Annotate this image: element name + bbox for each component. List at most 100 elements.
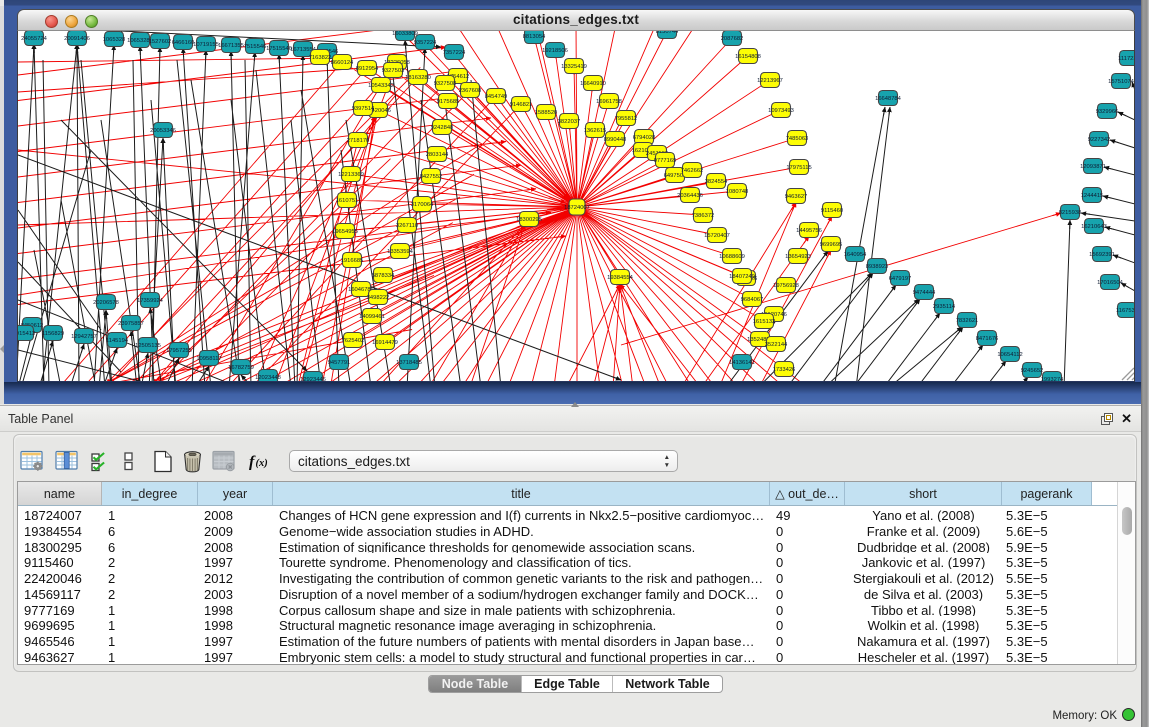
svg-text:8454749: 8454749 [485,94,508,100]
svg-text:1527602: 1527602 [149,39,172,45]
svg-text:8427552: 8427552 [420,174,443,180]
svg-text:2935114: 2935114 [933,304,956,310]
svg-text:20091406: 20091406 [64,36,90,42]
svg-text:1640954: 1640954 [844,252,867,258]
svg-text:9115460: 9115460 [821,208,843,214]
svg-text:9474444: 9474444 [913,290,936,296]
svg-text:12505135: 12505135 [135,343,161,349]
svg-text:18724007: 18724007 [564,205,590,211]
svg-text:9327503: 9327503 [382,68,405,74]
svg-text:3498222: 3498222 [367,295,390,301]
svg-text:13353594: 13353594 [387,249,414,255]
svg-text:16033809: 16033809 [392,31,418,37]
svg-text:7485063: 7485063 [786,136,809,142]
svg-text:19384554: 19384554 [607,275,634,281]
svg-text:1080748: 1080748 [726,189,749,195]
svg-text:12923446: 12923446 [300,377,326,382]
svg-text:15720407: 15720407 [704,233,730,239]
svg-text:7386372: 7386372 [692,213,715,219]
svg-text:12213369: 12213369 [338,172,364,178]
svg-text:2367608: 2367608 [459,88,482,94]
svg-text:3915413: 3915413 [18,331,35,337]
svg-text:3822037: 3822037 [558,119,581,125]
svg-text:9357224: 9357224 [414,40,437,46]
svg-text:1156829: 1156829 [42,331,64,337]
svg-text:20206578: 20206578 [93,300,119,306]
svg-text:2718170: 2718170 [347,138,370,144]
svg-text:10654112: 10654112 [997,352,1022,358]
svg-text:1733426: 1733426 [773,367,796,373]
svg-text:7515546: 7515546 [244,44,267,50]
svg-text:14495756: 14495756 [796,228,822,234]
svg-text:1145194: 1145194 [106,338,129,344]
svg-text:16648784: 16648784 [875,96,902,102]
svg-text:10958117: 10958117 [196,356,221,362]
svg-text:17359924: 17359924 [137,298,164,304]
svg-text:9245652: 9245652 [1021,368,1044,374]
svg-text:9777169: 9777169 [654,158,677,164]
svg-text:2087682: 2087682 [721,36,744,42]
svg-text:10543342: 10543342 [368,83,394,89]
svg-text:12213967: 12213967 [757,78,783,84]
svg-text:14136141: 14136141 [729,360,755,366]
svg-text:10719155: 10719155 [193,42,219,48]
svg-text:1615132: 1615132 [753,319,776,325]
svg-text:1167533: 1167533 [1116,308,1135,314]
svg-text:8990448: 8990448 [604,137,627,143]
svg-text:1588520: 1588520 [535,110,558,116]
svg-text:9329966: 9329966 [1096,109,1119,115]
svg-text:9327508: 9327508 [434,81,457,87]
svg-text:3522144: 3522144 [765,342,788,348]
svg-text:20053346: 20053346 [150,128,176,134]
svg-text:3824554: 3824554 [705,179,728,185]
svg-text:17957255: 17957255 [166,348,192,354]
svg-text:8912954: 8912954 [356,66,379,72]
svg-text:17515546: 17515546 [266,46,292,52]
svg-text:7625402: 7625402 [342,338,365,344]
svg-text:7357224: 7357224 [443,50,466,56]
svg-text:24055724: 24055724 [21,36,48,42]
svg-text:9227342: 9227342 [1088,137,1111,143]
svg-text:8471676: 8471676 [976,336,999,342]
svg-text:7163822: 7163822 [309,55,332,61]
svg-text:18407249: 18407249 [729,274,755,280]
svg-text:7955812: 7955812 [615,116,638,122]
svg-text:8215938: 8215938 [1059,210,1082,216]
svg-text:12023448: 12023448 [255,375,281,381]
svg-text:9463627: 9463627 [785,194,808,200]
svg-text:6479197: 6479197 [889,276,912,282]
svg-text:16782759: 16782759 [228,365,254,371]
svg-text:10973493: 10973493 [768,108,794,114]
svg-text:8938923: 8938923 [866,264,889,270]
svg-text:9397514: 9397514 [352,106,375,112]
svg-text:2803144: 2803144 [426,152,449,158]
svg-text:8660124: 8660124 [331,60,354,66]
svg-text:13718485: 13718485 [396,360,422,366]
svg-text:16640910: 16640910 [580,81,606,87]
svg-text:18163280: 18163280 [405,75,431,81]
svg-text:7462662: 7462662 [681,168,704,174]
svg-text:14099461: 14099461 [359,314,385,320]
svg-text:16961758: 16961758 [596,99,622,105]
svg-text:15751074: 15751074 [1108,79,1135,85]
svg-text:1993274: 1993274 [1041,377,1064,382]
svg-text:17975115: 17975115 [786,165,811,171]
svg-text:1362615: 1362615 [584,128,607,134]
svg-text:1610751: 1610751 [336,198,359,204]
svg-text:8130744: 8130744 [656,31,679,35]
svg-text:8813054: 8813054 [523,34,546,40]
svg-text:18300295: 18300295 [516,217,542,223]
svg-text:9146821: 9146821 [510,102,533,108]
svg-text:1916685: 1916685 [341,258,364,264]
svg-text:13654923: 13654923 [785,254,811,260]
svg-text:3170064: 3170064 [411,202,434,208]
svg-text:(x): (x) [256,458,268,469]
svg-text:15692391: 15692391 [1089,252,1115,258]
svg-text:9684067: 9684067 [741,297,764,303]
svg-text:16210643: 16210643 [1081,224,1107,230]
svg-text:19756928: 19756928 [773,283,799,289]
svg-text:17016504: 17016504 [1097,280,1124,286]
svg-text:9699695: 9699695 [820,242,843,248]
svg-text:12093871: 12093871 [1080,164,1106,170]
svg-text:16154808: 16154808 [735,54,761,60]
